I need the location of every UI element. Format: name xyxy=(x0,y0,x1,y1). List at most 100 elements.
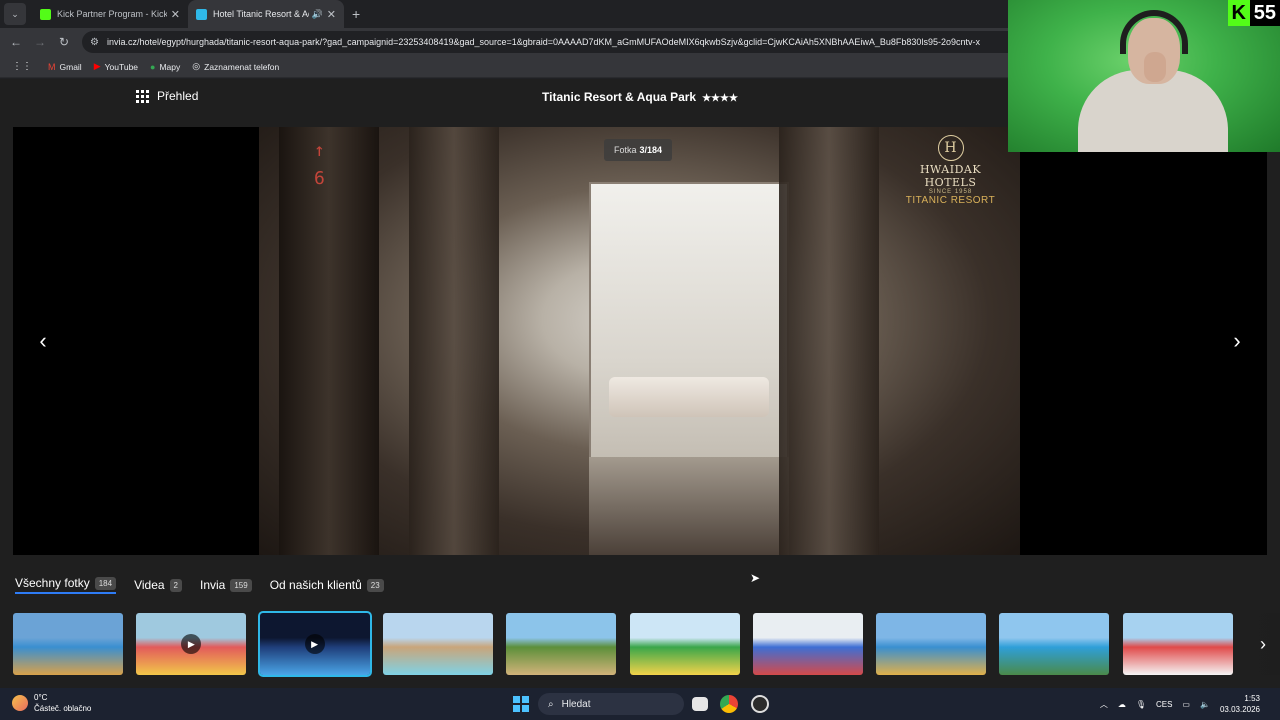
back-arrow-icon[interactable]: ← xyxy=(4,35,28,49)
file-explorer-icon[interactable] xyxy=(692,697,708,711)
tab-count: 2 xyxy=(169,578,182,592)
floor-indicator: ↑ 6 xyxy=(314,140,325,189)
viewer-count: 55 xyxy=(1253,2,1276,24)
thumbnail[interactable] xyxy=(752,613,863,675)
close-tab-icon[interactable]: ✕ xyxy=(171,8,180,21)
thumbnail[interactable] xyxy=(999,613,1110,675)
headset-icon xyxy=(1120,10,1188,54)
gallery-tabs: Všechny fotky 184 Videa 2 Invia 159 Od naši… xyxy=(15,576,402,594)
system-tray: ︿ ☁ 🎙 CES ▭ 🔈 1:53 03.03.2026 xyxy=(1100,688,1280,720)
kick-logo-icon: K xyxy=(1227,0,1250,26)
microphone-icon[interactable]: 🎙 xyxy=(1136,700,1146,709)
counter-value: 3/184 xyxy=(639,145,663,155)
elevator-door-left xyxy=(409,127,499,555)
tab-label: Všechny fotky xyxy=(15,576,90,590)
photo-counter: Fotka 3/184 xyxy=(604,139,673,161)
elevator-door-right xyxy=(779,127,879,555)
previous-photo-arrow-icon[interactable]: ‹ xyxy=(28,327,58,357)
onedrive-cloud-icon[interactable]: ☁ xyxy=(1118,700,1126,709)
tab-count: 23 xyxy=(366,578,384,592)
thumbnail[interactable] xyxy=(629,613,740,675)
audio-playing-icon[interactable]: 🔊 xyxy=(312,9,323,20)
tray-overflow-chevron-icon[interactable]: ︿ xyxy=(1100,699,1108,710)
tab-invia[interactable]: Invia 159 xyxy=(200,578,252,592)
invia-favicon-icon xyxy=(196,8,207,20)
tab-all-photos[interactable]: Všechny fotky 184 xyxy=(15,576,117,594)
forward-arrow-icon[interactable]: → xyxy=(28,35,52,49)
kick-viewer-badge: K 55 xyxy=(1227,0,1280,26)
star-rating: ★★★★ xyxy=(702,93,738,104)
chrome-icon[interactable] xyxy=(720,695,738,713)
site-info-icon[interactable]: ⚙ xyxy=(90,37,99,48)
windows-taskbar: 0°C Částeč. oblačno ⌕ Hledat ︿ ☁ 🎙 CES ▭ … xyxy=(0,688,1280,720)
gmail-icon: M xyxy=(48,61,56,72)
play-icon: ▶ xyxy=(304,634,325,654)
lobby-seating xyxy=(609,377,769,417)
tab-search-chevron-icon[interactable]: ⌄ xyxy=(4,3,26,25)
taskbar-search[interactable]: ⌕ Hledat xyxy=(538,693,684,715)
clock-date: 03.03.2026 xyxy=(1219,705,1260,714)
bookmark-youtube[interactable]: ▶ YouTube xyxy=(94,61,138,72)
search-icon: ⌕ xyxy=(548,698,554,710)
tab-client-photos[interactable]: Od našich klientů 23 xyxy=(270,578,384,592)
tab-label: Invia xyxy=(200,578,226,592)
lobby-view xyxy=(589,182,789,482)
tab-count: 184 xyxy=(94,576,117,590)
kick-favicon-icon xyxy=(40,8,51,20)
hotel-name: Titanic Resort & Aqua Park xyxy=(542,90,697,104)
bookmark-label: Zaznamenat telefon xyxy=(204,61,280,72)
weather-widget[interactable]: 0°C Částeč. oblačno xyxy=(12,692,91,714)
network-icon[interactable]: ▭ xyxy=(1182,700,1190,709)
clock-time: 1:53 xyxy=(1244,694,1260,703)
url-field[interactable]: ⚙ invia.cz/hotel/egypt/hurghada/titanic-… xyxy=(82,31,1022,53)
thumbnail[interactable] xyxy=(382,613,493,675)
next-photo-arrow-icon[interactable]: › xyxy=(1222,327,1252,357)
tab-title: Kick Partner Program - Kick Da xyxy=(57,9,167,19)
bookmark-phone[interactable]: ◎ Zaznamenat telefon xyxy=(192,61,279,72)
thumbnail[interactable] xyxy=(1122,613,1233,675)
volume-icon[interactable]: 🔈 xyxy=(1200,700,1210,709)
thumbnail-strip: ‹ ▶▶› xyxy=(13,611,1280,677)
thumbnail[interactable] xyxy=(506,613,617,675)
thumbnail[interactable] xyxy=(13,613,123,675)
hotel-watermark-logo: H HWAIDAK HOTELS SINCE 1958 TITANIC RESO… xyxy=(893,135,1008,206)
weather-text: 0°C Částeč. oblačno xyxy=(34,692,91,714)
bookmark-label: Mapy xyxy=(159,61,181,72)
reload-icon[interactable]: ↻ xyxy=(52,35,76,49)
tab-videos[interactable]: Videa 2 xyxy=(134,578,182,592)
browser-tab-kick[interactable]: Kick Partner Program - Kick Da ✕ xyxy=(32,0,188,28)
search-placeholder: Hledat xyxy=(561,698,591,710)
language-indicator[interactable]: CES xyxy=(1156,700,1172,709)
youtube-icon: ▶ xyxy=(93,61,101,71)
windows-start-icon[interactable] xyxy=(513,696,529,712)
browser-tab-invia[interactable]: Hotel Titanic Resort & Aqua 🔊 ✕ xyxy=(188,0,344,28)
phone-icon: ◎ xyxy=(192,61,201,71)
bookmark-label: Gmail xyxy=(59,61,82,72)
url-text: invia.cz/hotel/egypt/hurghada/titanic-re… xyxy=(106,37,980,47)
thumbnail[interactable]: ▶ xyxy=(136,613,247,675)
counter-prefix: Fotka xyxy=(614,145,637,155)
bookmark-gmail[interactable]: M Gmail xyxy=(48,62,82,72)
play-icon: ▶ xyxy=(181,634,202,654)
map-pin-icon: ● xyxy=(150,61,156,72)
bookmark-label: YouTube xyxy=(104,61,139,72)
elevator-panel xyxy=(279,127,379,555)
thumbnail[interactable] xyxy=(876,613,987,675)
gallery-overlay: Přehled Titanic Resort & Aqua Park ★★★★ ↑… xyxy=(0,79,1280,688)
webcam-person-hand xyxy=(1144,52,1166,82)
apps-grid-icon[interactable]: ⋮⋮ xyxy=(12,61,32,72)
new-tab-plus-icon[interactable]: + xyxy=(352,6,360,22)
lobby-floor xyxy=(589,457,789,555)
mouse-cursor-icon: ➤ xyxy=(750,571,761,585)
obs-icon[interactable] xyxy=(751,695,769,713)
tab-count: 159 xyxy=(230,578,252,592)
thumbnail[interactable]: ▶ xyxy=(257,611,372,677)
clock[interactable]: 1:53 03.03.2026 xyxy=(1220,693,1270,715)
logo-emblem-icon: H xyxy=(937,135,964,161)
tab-label: Videa xyxy=(134,578,165,592)
streamer-webcam-overlay: K 55 xyxy=(1008,0,1280,152)
weather-cloud-sun-icon xyxy=(12,695,28,711)
bookmark-maps[interactable]: ● Mapy xyxy=(150,62,180,72)
close-tab-icon[interactable]: ✕ xyxy=(327,8,336,21)
thumbnails-next-arrow-icon[interactable]: › xyxy=(1246,613,1280,675)
